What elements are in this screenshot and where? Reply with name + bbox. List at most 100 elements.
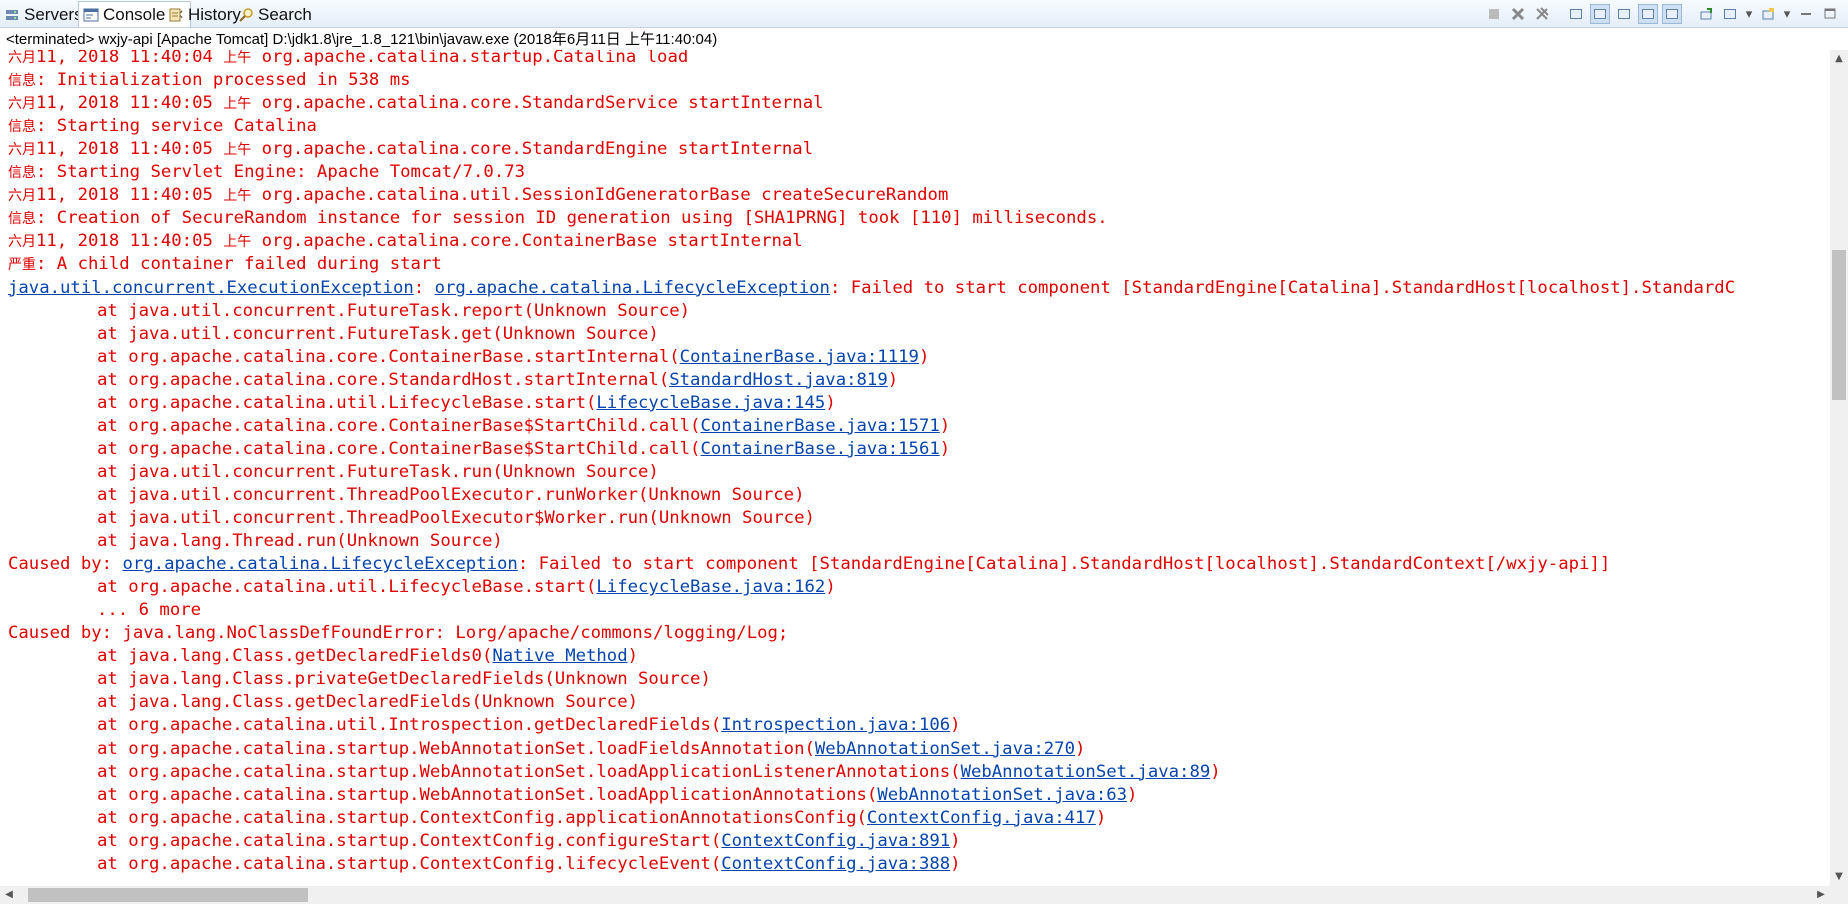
- scroll-down-icon[interactable]: ▼: [1830, 868, 1848, 886]
- toolbar-separator: [1556, 4, 1562, 24]
- console-text: at org.apache.catalina.util.LifecycleBas…: [97, 392, 597, 413]
- console-text: at java.util.concurrent.ThreadPoolExecut…: [97, 508, 815, 528]
- stack-trace-link[interactable]: org.apache.catalina.LifecycleException: [435, 278, 830, 298]
- servers-icon: [4, 7, 20, 23]
- console-text: at org.apache.catalina.util.LifecycleBas…: [97, 577, 597, 598]
- console-text: at org.apache.catalina.startup.ContextCo…: [97, 853, 722, 874]
- scroll-up-icon[interactable]: ▲: [1830, 50, 1848, 68]
- stack-trace-link[interactable]: java.util.concurrent.ExecutionException: [8, 278, 414, 298]
- stack-trace-link[interactable]: LifecycleBase.java:145: [596, 393, 825, 413]
- console-text: ): [1127, 784, 1138, 805]
- console-line: at org.apache.catalina.util.Introspectio…: [8, 714, 961, 737]
- tab-servers[interactable]: Servers: [4, 2, 83, 27]
- console-line: 六月11, 2018 11:40:05 上午 org.apache.catali…: [8, 138, 813, 161]
- stack-trace-link[interactable]: WebAnnotationSet.java:89: [961, 762, 1211, 782]
- console-text: 信息: [8, 119, 36, 136]
- maximize-icon[interactable]: [1820, 4, 1840, 24]
- vertical-scroll-thumb[interactable]: [1832, 250, 1846, 400]
- console-text: ): [950, 715, 961, 736]
- console-text: at org.apache.catalina.core.ContainerBas…: [97, 415, 701, 436]
- console-text: ): [627, 646, 639, 667]
- console-text: ): [918, 346, 930, 367]
- console-text: org.apache.catalina.startup.Catalina loa…: [251, 50, 689, 67]
- console-text: 上午: [223, 142, 252, 159]
- console-text: at java.util.concurrent.FutureTask.repor…: [97, 300, 691, 321]
- stack-trace-link[interactable]: LifecycleBase.java:162: [596, 577, 825, 597]
- console-text: 信息: [8, 211, 36, 228]
- scroll-right-icon[interactable]: ▶: [1812, 886, 1830, 904]
- console-text: 11, 2018 11:40:04: [36, 50, 224, 67]
- stack-trace-link[interactable]: WebAnnotationSet.java:63: [877, 785, 1127, 805]
- terminate-icon[interactable]: [1484, 4, 1504, 24]
- stack-trace-link[interactable]: ContextConfig.java:891: [721, 831, 950, 851]
- tab-search[interactable]: Search: [238, 2, 312, 27]
- remove-launch-icon[interactable]: [1508, 4, 1528, 24]
- console-text: at java.lang.Class.getDeclaredFields(Unk…: [97, 692, 639, 713]
- view-tab-bar: Servers Console ✕ History Search ▾: [0, 0, 1848, 28]
- console-line: 六月11, 2018 11:40:04 上午 org.apache.catali…: [8, 50, 688, 69]
- stack-trace-link[interactable]: ContainerBase.java:1119: [680, 347, 919, 367]
- stack-trace-link[interactable]: WebAnnotationSet.java:270: [815, 739, 1075, 759]
- remove-all-terminated-icon[interactable]: [1532, 4, 1552, 24]
- stack-trace-link[interactable]: ContainerBase.java:1571: [700, 416, 939, 436]
- display-console-icon[interactable]: [1720, 4, 1740, 24]
- console-text: at org.apache.catalina.startup.ContextCo…: [97, 830, 722, 851]
- console-line: at org.apache.catalina.startup.ContextCo…: [8, 853, 961, 876]
- console-line: at org.apache.catalina.startup.WebAnnota…: [8, 784, 1137, 807]
- console-text: at org.apache.catalina.startup.WebAnnota…: [97, 761, 961, 782]
- console-text: at org.apache.catalina.core.StandardHost…: [97, 369, 670, 390]
- console-output[interactable]: 六月 11, 2018 11:40:04 上午 org.apache.catali…: [0, 50, 1830, 886]
- stack-trace-link[interactable]: ContextConfig.java:388: [721, 854, 950, 874]
- toolbar-separator: [1686, 4, 1692, 24]
- horizontal-scrollbar[interactable]: ◀ ▶: [0, 886, 1830, 904]
- console-line: 六月11, 2018 11:40:05 上午 org.apache.catali…: [8, 230, 803, 253]
- console-icon: [83, 7, 99, 23]
- console-text: 六月: [8, 188, 36, 205]
- scroll-lock-icon[interactable]: [1590, 4, 1610, 24]
- chevron-down-icon[interactable]: ▾: [1744, 4, 1754, 24]
- stack-trace-link[interactable]: org.apache.catalina.LifecycleException: [122, 554, 517, 574]
- console-line: at org.apache.catalina.core.ContainerBas…: [8, 346, 929, 369]
- word-wrap-icon[interactable]: [1614, 4, 1634, 24]
- console-line: 信息: Creation of SecureRandom instance fo…: [8, 207, 1108, 230]
- console-line: Caused by: java.lang.NoClassDefFoundErro…: [8, 622, 788, 645]
- tab-history[interactable]: History: [168, 2, 241, 27]
- stack-trace-link[interactable]: Native Method: [492, 646, 627, 666]
- show-on-stderr-icon[interactable]: [1662, 4, 1682, 24]
- console-line: at java.util.concurrent.FutureTask.get(U…: [8, 323, 659, 346]
- console-text: : Starting service Catalina: [36, 116, 317, 137]
- console-text: Caused by: java.lang.NoClassDefFoundErro…: [8, 623, 789, 644]
- open-console-icon[interactable]: [1758, 4, 1778, 24]
- search-icon: [238, 7, 254, 23]
- history-icon: [168, 7, 184, 23]
- console-line: at java.lang.Class.getDeclaredFields(Unk…: [8, 691, 638, 714]
- console-text: org.apache.catalina.util.SessionIdGenera…: [251, 185, 949, 206]
- stack-trace-link[interactable]: StandardHost.java:819: [669, 370, 888, 390]
- scroll-left-icon[interactable]: ◀: [0, 886, 18, 904]
- console-line: at org.apache.catalina.core.ContainerBas…: [8, 438, 950, 461]
- pin-console-icon[interactable]: [1696, 4, 1716, 24]
- console-text: at org.apache.catalina.startup.WebAnnota…: [97, 738, 815, 759]
- clear-console-icon[interactable]: [1566, 4, 1586, 24]
- console-text: org.apache.catalina.core.ContainerBase s…: [251, 231, 803, 252]
- console-text: org.apache.catalina.core.StandardEngine …: [251, 139, 814, 160]
- horizontal-scroll-thumb[interactable]: [28, 888, 308, 902]
- show-on-stdout-icon[interactable]: [1638, 4, 1658, 24]
- console-line: at org.apache.catalina.startup.ContextCo…: [8, 830, 961, 853]
- console-toolbar: ▾ ▾: [1484, 3, 1840, 25]
- chevron-down-icon[interactable]: ▾: [1782, 4, 1792, 24]
- minimize-icon[interactable]: [1796, 4, 1816, 24]
- console-line: 六月11, 2018 11:40:05 上午 org.apache.catali…: [8, 184, 948, 207]
- console-line: java.util.concurrent.ExecutionException:…: [8, 277, 1735, 300]
- console-line: at org.apache.catalina.startup.WebAnnota…: [8, 761, 1221, 784]
- stack-trace-link[interactable]: Introspection.java:106: [721, 715, 950, 735]
- console-line: at java.lang.Class.privateGetDeclaredFie…: [8, 668, 711, 691]
- console-text: ): [950, 830, 961, 851]
- stack-trace-link[interactable]: ContainerBase.java:1561: [700, 439, 939, 459]
- console-text: : Failed to start component [StandardEng…: [829, 277, 1736, 298]
- vertical-scrollbar[interactable]: ▲ ▼: [1830, 50, 1848, 886]
- console-text: 上午: [223, 188, 252, 205]
- stack-trace-link[interactable]: ContextConfig.java:417: [867, 808, 1096, 828]
- console-line: at org.apache.catalina.startup.ContextCo…: [8, 807, 1106, 830]
- console-line: at org.apache.catalina.startup.WebAnnota…: [8, 738, 1085, 761]
